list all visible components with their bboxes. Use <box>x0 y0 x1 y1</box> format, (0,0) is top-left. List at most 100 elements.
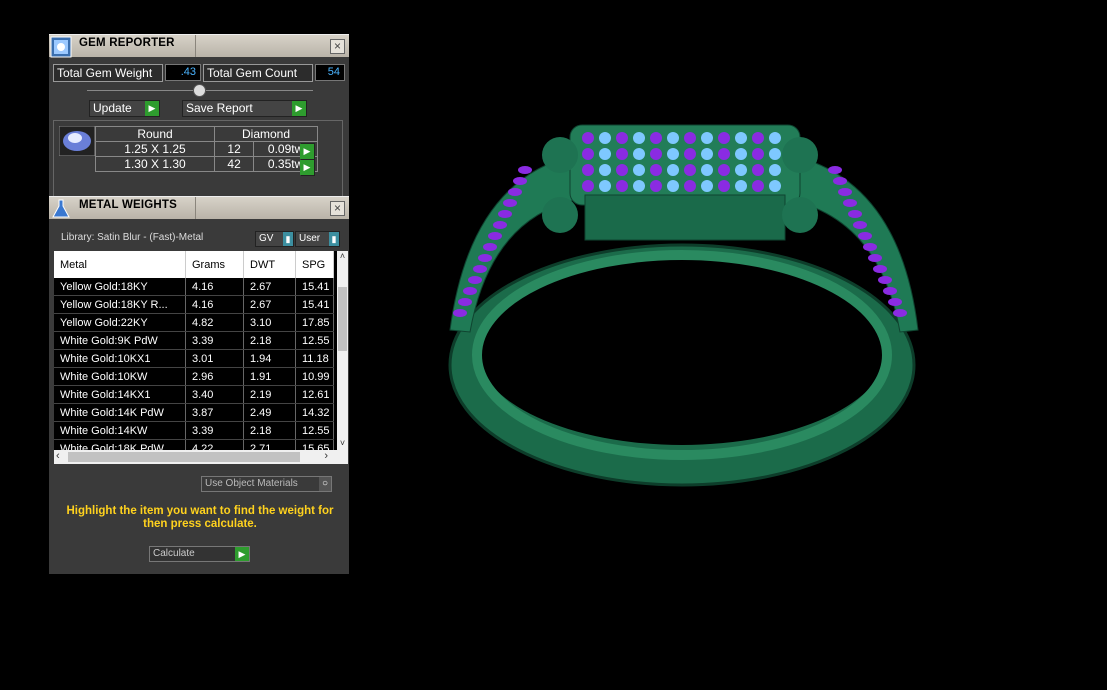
gem-stone <box>878 276 892 284</box>
ring-3d-model[interactable] <box>430 100 940 500</box>
flask-icon <box>52 199 70 218</box>
save-report-button[interactable]: Save Report ▶ <box>182 100 307 117</box>
table-row[interactable]: Yellow Gold:18KY R... 4.16 2.67 15.41 <box>54 295 334 314</box>
gem-stone <box>633 164 645 176</box>
gem-row[interactable]: 1.30 X 1.30 42 0.35tw <box>95 156 318 172</box>
user-toggle[interactable]: User ▮ <box>295 231 340 247</box>
gem-row[interactable]: 1.25 X 1.25 12 0.09tw <box>95 141 318 157</box>
gem-stone <box>868 254 882 262</box>
titlebar-divider <box>195 35 196 57</box>
gem-stone <box>582 132 594 144</box>
gem-stone <box>752 132 764 144</box>
total-gem-count-label: Total Gem Count <box>203 64 313 82</box>
scroll-down-icon[interactable]: ˅ <box>337 438 348 450</box>
gem-stone <box>463 287 477 295</box>
column-header-spg[interactable]: SPG <box>295 251 334 278</box>
vertical-scrollbar[interactable]: ˄ ˅ <box>337 251 348 450</box>
gem-table-header: Round Diamond <box>95 126 318 142</box>
scroll-thumb[interactable] <box>68 452 300 462</box>
gem-row-expand-button[interactable]: ▶ <box>300 143 315 160</box>
library-label: Library: Satin Blur - (Fast)-Metal <box>61 232 204 243</box>
table-row[interactable]: White Gold:18K PdW 4.22 2.71 15.65 <box>54 439 334 450</box>
gem-stone <box>599 132 611 144</box>
use-object-materials-label: Use Object Materials <box>205 478 298 489</box>
dwt-cell: 2.67 <box>243 278 296 296</box>
metal-cell: Yellow Gold:22KY <box>54 313 186 332</box>
table-row[interactable]: White Gold:9K PdW 3.39 2.18 12.55 <box>54 331 334 350</box>
play-icon: ▶ <box>300 144 314 159</box>
column-header-metal[interactable]: Metal <box>54 251 186 278</box>
dwt-cell: 2.18 <box>243 421 296 440</box>
use-object-materials-toggle[interactable]: Use Object Materials ○ <box>201 476 332 492</box>
gem-reporter-titlebar[interactable]: GEM REPORTER × <box>49 34 349 58</box>
scroll-up-icon[interactable]: ˄ <box>337 251 348 263</box>
spg-cell: 17.85 <box>295 313 334 332</box>
table-row[interactable]: White Gold:14KX1 3.40 2.19 12.61 <box>54 385 334 404</box>
table-row[interactable]: White Gold:10KW 2.96 1.91 10.99 <box>54 367 334 386</box>
scroll-right-icon[interactable]: › <box>324 450 328 462</box>
slider-handle[interactable] <box>193 84 206 97</box>
grams-cell: 3.87 <box>185 403 244 422</box>
gem-stone <box>508 188 522 196</box>
gem-size: 1.25 X 1.25 <box>95 141 215 157</box>
table-row[interactable]: Yellow Gold:22KY 4.82 3.10 17.85 <box>54 313 334 332</box>
calculate-button[interactable]: Calculate ▶ <box>149 546 250 562</box>
gem-stone <box>453 309 467 317</box>
table-row[interactable]: White Gold:10KX1 3.01 1.94 11.18 <box>54 349 334 368</box>
gem-stone <box>650 132 662 144</box>
gv-label: GV <box>259 233 274 244</box>
gem-stone <box>843 199 857 207</box>
gem-reporter-icon <box>50 36 72 58</box>
gem-row-expand-button[interactable]: ▶ <box>300 159 315 176</box>
gem-stone <box>718 164 730 176</box>
metal-weights-title: METAL WEIGHTS <box>79 199 178 211</box>
grams-cell: 3.40 <box>185 385 244 404</box>
dwt-cell: 2.67 <box>243 295 296 314</box>
dwt-cell: 2.18 <box>243 331 296 350</box>
gem-stone <box>838 188 852 196</box>
close-icon[interactable]: × <box>330 39 345 54</box>
spg-cell: 15.41 <box>295 278 334 296</box>
play-icon: ▶ <box>145 101 159 116</box>
table-row[interactable]: Yellow Gold:18KY 4.16 2.67 15.41 <box>54 278 334 296</box>
metal-weights-titlebar[interactable]: METAL WEIGHTS × <box>49 196 349 219</box>
gem-stone <box>582 164 594 176</box>
metal-cell: White Gold:10KW <box>54 367 186 386</box>
grams-cell: 3.39 <box>185 331 244 350</box>
gem-size: 1.30 X 1.30 <box>95 156 215 172</box>
gem-stone <box>769 164 781 176</box>
toggle-icon: ▮ <box>283 232 293 246</box>
scroll-thumb[interactable] <box>338 287 347 351</box>
gem-stone <box>701 164 713 176</box>
gem-stone <box>667 164 679 176</box>
gem-table: Round Diamond 1.25 X 1.25 12 0.09tw 1.30… <box>95 126 318 172</box>
titlebar-divider <box>195 197 196 219</box>
scroll-left-icon[interactable]: ‹ <box>56 450 60 462</box>
gem-stone <box>478 254 492 262</box>
grams-cell: 4.82 <box>185 313 244 332</box>
table-row[interactable]: White Gold:14K PdW 3.87 2.49 14.32 <box>54 403 334 422</box>
metal-weights-grid: Metal Grams DWT SPG Yellow Gold:18KY 4.16… <box>54 251 337 450</box>
round-gem-icon <box>59 126 95 156</box>
gem-stone <box>468 276 482 284</box>
spg-cell: 14.32 <box>295 403 334 422</box>
gem-stone <box>616 132 628 144</box>
gem-stone <box>616 164 628 176</box>
gem-stone <box>833 177 847 185</box>
gem-stone <box>752 164 764 176</box>
grams-cell: 3.01 <box>185 349 244 368</box>
gem-stone <box>684 148 696 160</box>
gem-stone <box>848 210 862 218</box>
gem-stone <box>863 243 877 251</box>
spg-cell: 15.65 <box>295 439 334 450</box>
total-gem-count-value: 54 <box>315 64 345 81</box>
table-row[interactable]: White Gold:14KW 3.39 2.18 12.55 <box>54 421 334 440</box>
column-header-dwt[interactable]: DWT <box>243 251 296 278</box>
gem-stone <box>769 132 781 144</box>
column-header-grams[interactable]: Grams <box>185 251 244 278</box>
gv-toggle[interactable]: GV ▮ <box>255 231 294 247</box>
horizontal-scrollbar[interactable]: ‹ › <box>54 450 348 464</box>
gem-stone <box>582 148 594 160</box>
update-button[interactable]: Update ▶ <box>89 100 160 117</box>
close-icon[interactable]: × <box>330 201 345 216</box>
